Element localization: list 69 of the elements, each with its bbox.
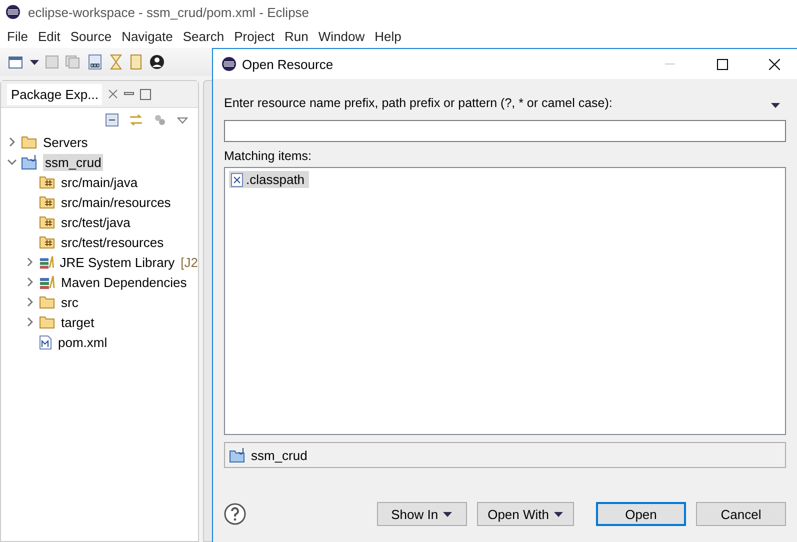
chevron-down-icon[interactable] xyxy=(7,157,17,167)
collapse-all-icon[interactable] xyxy=(105,113,119,127)
user-icon[interactable] xyxy=(149,54,165,70)
folder-icon xyxy=(39,295,55,309)
library-icon xyxy=(39,275,55,289)
caret-icon xyxy=(30,60,39,64)
view-menu-icon[interactable] xyxy=(177,116,188,124)
folder-icon xyxy=(39,315,55,329)
help-icon[interactable] xyxy=(224,503,246,525)
maximize-icon[interactable] xyxy=(716,58,728,70)
menu-item[interactable]: Source xyxy=(65,28,117,44)
chevron-right-icon[interactable] xyxy=(25,317,35,327)
dialog-button[interactable]: Show In xyxy=(376,502,467,526)
tree-item[interactable]: JRE System Library xyxy=(58,254,177,270)
tree-item[interactable]: src/test/java xyxy=(59,214,132,230)
package-folder-icon xyxy=(39,235,55,249)
binary-file-icon[interactable] xyxy=(87,54,103,70)
package-folder-icon xyxy=(39,215,55,229)
chevron-right-icon[interactable] xyxy=(25,257,35,267)
package-folder-icon xyxy=(39,195,55,209)
location-text: ssm_crud xyxy=(251,448,308,462)
menu-item[interactable]: Window xyxy=(313,28,370,44)
filter-icon[interactable] xyxy=(153,113,167,127)
tree-item-decoration: [J2 xyxy=(180,254,198,270)
project-folder-icon xyxy=(21,154,39,170)
library-icon xyxy=(38,255,54,269)
tree-item[interactable]: ssm_crud xyxy=(43,154,104,170)
minimize-icon[interactable] xyxy=(124,92,134,96)
menu-item[interactable]: Edit xyxy=(32,28,66,44)
dialog-title: Open Resource xyxy=(242,56,334,72)
window-title: eclipse-workspace - ssm_crud/pom.xml - Eclipse xyxy=(28,4,310,20)
search-field[interactable] xyxy=(224,120,786,142)
tree-item[interactable]: src/main/java xyxy=(59,174,140,190)
dropdown-caret-icon xyxy=(771,102,780,108)
menu-item[interactable]: Navigate xyxy=(116,28,178,44)
tree-item[interactable]: src xyxy=(59,294,80,310)
view-tab[interactable]: Package Exp... xyxy=(7,84,102,104)
matching-items-label: Matching items: xyxy=(224,149,313,165)
eclipse-logo-icon xyxy=(222,57,236,71)
link-arrows-icon[interactable] xyxy=(129,113,143,127)
tree-item[interactable]: Maven Dependencies xyxy=(59,274,189,290)
maven-file-icon xyxy=(39,334,52,350)
chevron-right-icon[interactable] xyxy=(7,137,17,147)
package-folder-icon xyxy=(39,175,55,189)
hourglass-icon[interactable] xyxy=(109,54,123,70)
menu-item[interactable]: Run xyxy=(280,28,314,44)
tree-item[interactable]: target xyxy=(59,314,96,330)
menu-item[interactable]: Search xyxy=(178,28,230,44)
xml-file-icon xyxy=(231,172,243,186)
tree-item[interactable]: src/main/resources xyxy=(59,194,173,210)
tree-item[interactable]: pom.xml xyxy=(56,334,110,350)
chevron-right-icon[interactable] xyxy=(25,297,35,307)
tree-item[interactable]: src/test/resources xyxy=(59,234,166,250)
folder-icon xyxy=(21,135,37,149)
dialog-button[interactable]: Cancel xyxy=(696,502,786,526)
chevron-right-icon[interactable] xyxy=(25,277,35,287)
eclipse-logo-icon xyxy=(6,5,20,19)
close-icon[interactable] xyxy=(768,58,780,70)
menu-item[interactable]: Help xyxy=(370,28,406,44)
caret-icon xyxy=(554,512,563,516)
dialog-button[interactable]: Open With xyxy=(476,502,574,526)
menu-item[interactable]: File xyxy=(2,28,33,44)
dialog-button[interactable]: Open xyxy=(596,502,686,526)
menu-item[interactable]: Project xyxy=(229,28,280,44)
caret-icon xyxy=(443,512,452,516)
tree-item[interactable]: Servers xyxy=(41,134,90,150)
project-folder-icon xyxy=(229,448,247,462)
new-window-icon[interactable] xyxy=(8,55,24,69)
search-prompt: Enter resource name prefix, path prefix or pattern (?, * or camel case): xyxy=(224,96,612,110)
